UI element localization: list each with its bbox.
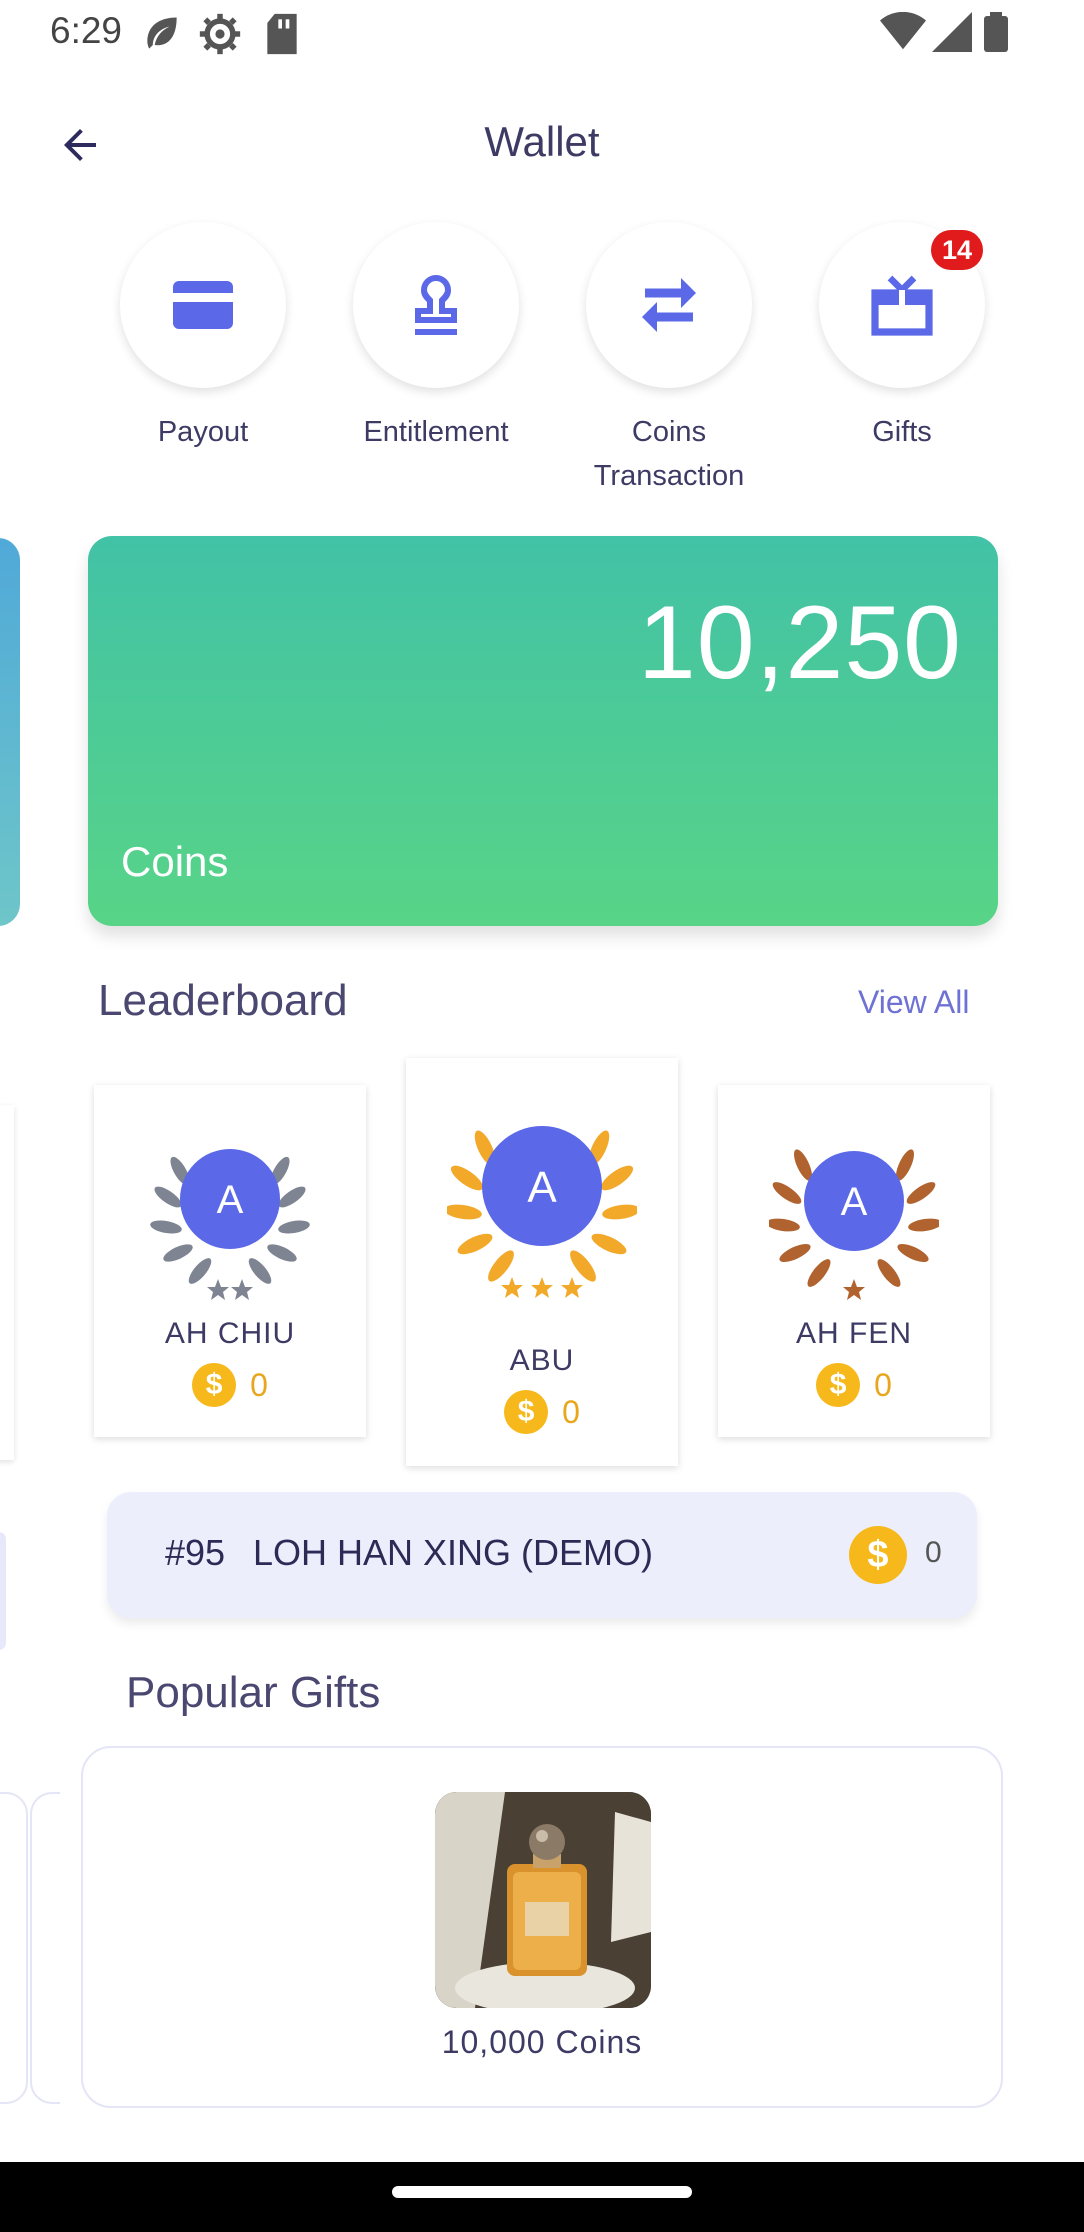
bronze-wreath-icon: A: [766, 1131, 942, 1301]
leaderboard-name: AH FEN: [795, 1317, 912, 1350]
gift-card[interactable]: 10,000 Coins: [81, 1746, 1003, 2108]
view-all-link[interactable]: View All: [858, 984, 969, 1021]
credit-card-icon: [173, 281, 233, 329]
coin-balance-label: Coins: [121, 838, 229, 885]
wifi-icon: [880, 11, 926, 57]
coin-icon: $: [816, 1363, 861, 1407]
gifts-button[interactable]: 14 Gifts: [812, 222, 992, 454]
wallet-screen: 6:29 Wallet Payout Entitlement Coins Tra…: [0, 0, 1084, 2232]
stamp-icon: [415, 275, 457, 335]
entitlement-circle[interactable]: [353, 222, 519, 388]
coins-transaction-circle[interactable]: [586, 222, 752, 388]
home-gesture-handle[interactable]: [392, 2186, 692, 2198]
my-rank-row[interactable]: #95 LOH HAN XING (DEMO) $ 0: [107, 1492, 977, 1618]
leaderboard-coins: $ 0: [94, 1363, 366, 1407]
rank-card-peek: [0, 1532, 6, 1650]
swap-arrows-icon: [642, 278, 696, 332]
leaderboard-name: ABU: [509, 1344, 575, 1377]
avatar-initial: A: [527, 1163, 557, 1212]
battery-icon: [984, 12, 1008, 57]
avatar-initial: A: [841, 1180, 868, 1224]
gear-icon: [198, 12, 242, 61]
gift-card-peek[interactable]: [0, 1792, 28, 2104]
leaf-icon: [140, 12, 184, 61]
leaderboard-card-peek[interactable]: [0, 1105, 14, 1460]
payout-circle[interactable]: [120, 222, 286, 388]
status-time: 6:29: [50, 10, 123, 51]
status-bar: 6:29: [0, 0, 1084, 70]
leaderboard-name: AH CHIU: [164, 1317, 296, 1350]
leaderboard-card-second[interactable]: A AH CHIU $ 0: [94, 1085, 366, 1437]
my-rank-coins: 0: [925, 1536, 942, 1569]
leaderboard-coins: $ 0: [718, 1363, 990, 1407]
leaderboard-card-third[interactable]: A AH FEN $ 0: [718, 1085, 990, 1437]
leaderboard-coins-value: 0: [874, 1366, 892, 1403]
leaderboard-coins: $ 0: [406, 1390, 678, 1434]
gift-box-icon: [871, 275, 933, 336]
leaderboard-coins-value: 0: [250, 1366, 268, 1403]
perfume-bottle-image: [435, 1792, 651, 2008]
coin-balance-card[interactable]: 10,250 Coins: [88, 536, 998, 926]
my-rank-number: #95: [165, 1532, 226, 1573]
coins-transaction-label: Coins Transaction: [593, 416, 745, 492]
signal-icon: [932, 12, 972, 57]
avatar-initial: A: [217, 1178, 244, 1222]
leaderboard-card-first[interactable]: A ABU $ 0: [406, 1058, 678, 1466]
payout-button[interactable]: Payout: [113, 222, 293, 454]
gift-card-peek[interactable]: [30, 1792, 60, 2104]
gifts-label: Gifts: [872, 416, 932, 448]
coin-balance-value: 10,250: [637, 585, 962, 701]
silver-wreath-icon: A: [150, 1131, 310, 1301]
previous-card-peek[interactable]: [0, 538, 20, 926]
gifts-badge: 14: [931, 230, 983, 270]
previous-section-peek: l: [0, 984, 6, 1024]
coin-icon: $: [504, 1390, 549, 1434]
page-title: Wallet: [484, 118, 600, 165]
entitlement-button[interactable]: Entitlement: [346, 222, 526, 454]
coin-icon: $: [192, 1363, 237, 1407]
leaderboard-title: Leaderboard: [98, 976, 348, 1025]
coins-transaction-button[interactable]: Coins Transaction: [579, 222, 759, 498]
gold-wreath-icon: A: [444, 1112, 640, 1302]
popular-gifts-title: Popular Gifts: [126, 1668, 381, 1717]
coin-icon: $: [849, 1526, 907, 1584]
my-rank-name: LOH HAN XING (DEMO): [253, 1532, 654, 1573]
entitlement-label: Entitlement: [363, 416, 509, 448]
sd-card-icon: [262, 12, 302, 61]
gifts-circle[interactable]: 14: [819, 222, 985, 388]
gift-price: 10,000 Coins: [441, 2024, 643, 2060]
leaderboard-coins-value: 0: [562, 1393, 580, 1430]
payout-label: Payout: [157, 416, 249, 448]
